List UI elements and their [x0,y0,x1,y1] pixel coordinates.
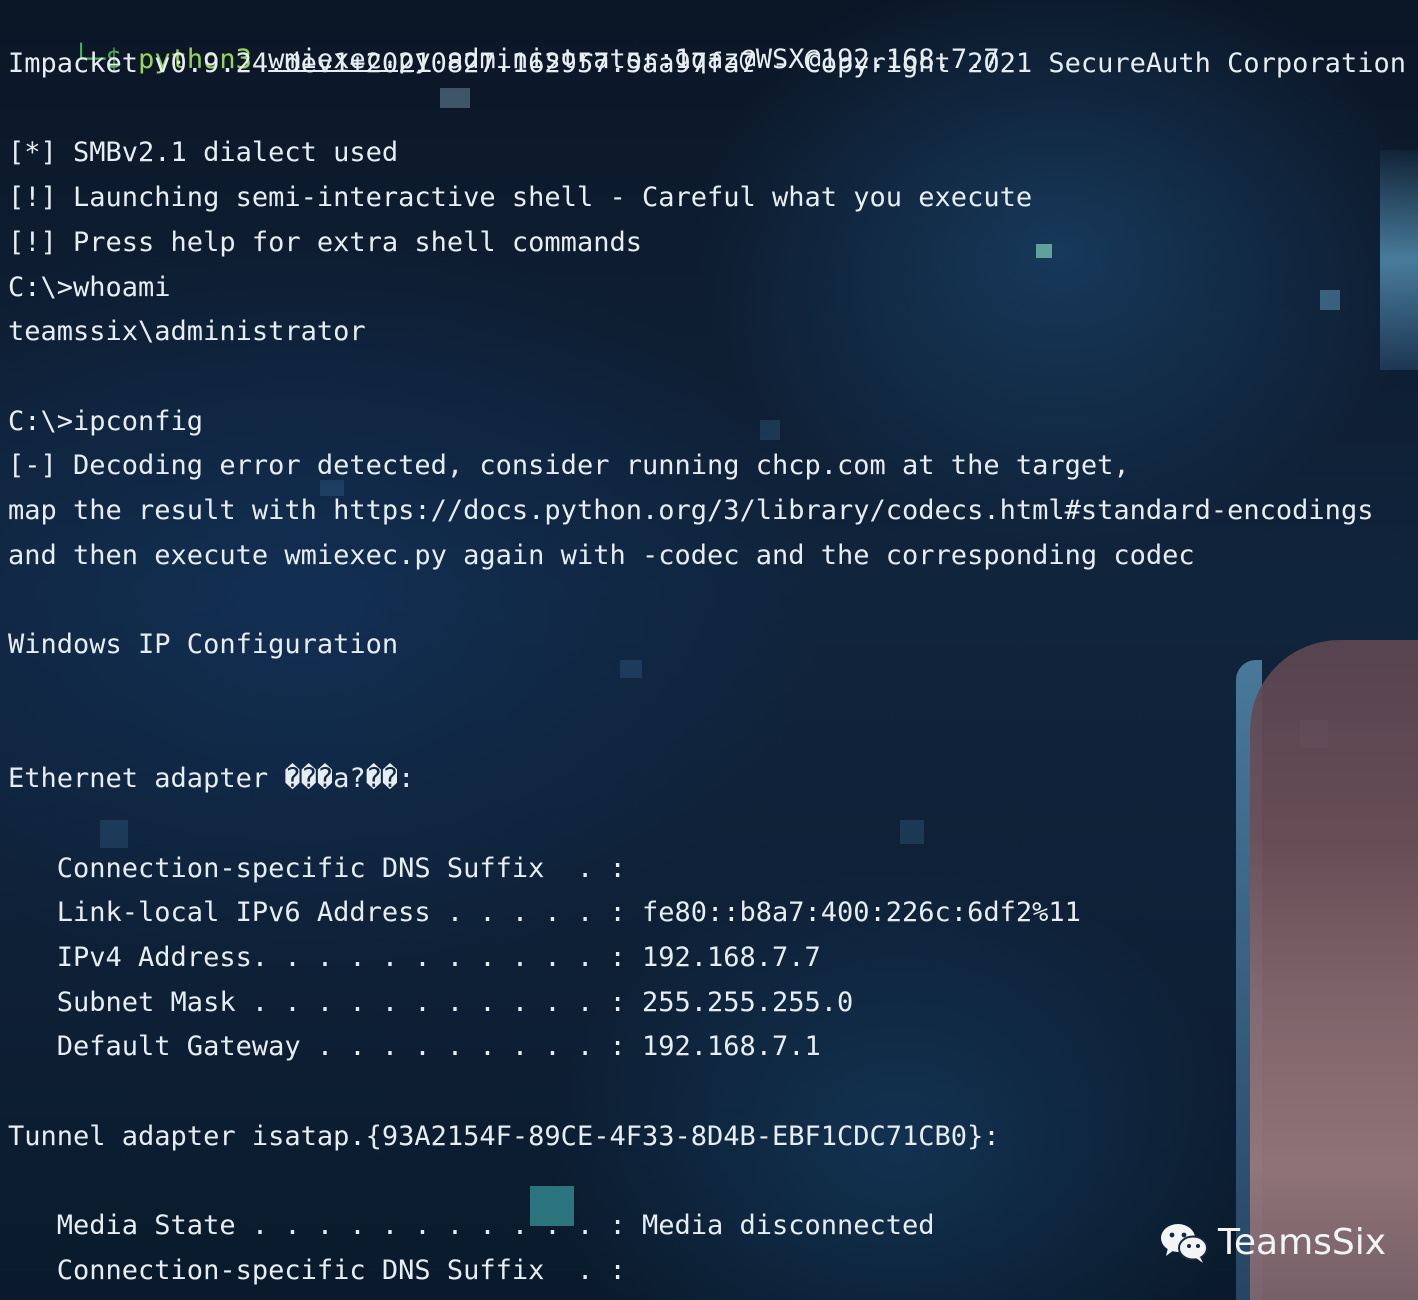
terminal-line: and then execute wmiexec.py again with -… [8,540,1195,571]
background-figure [1250,640,1418,1300]
command-line: └─$ python3 wmiexec.py administrator:1qa… [8,0,1000,75]
terminal-line: [!] Press help for extra shell commands [8,227,642,258]
terminal-line: [*] SMBv2.1 dialect used [8,137,399,168]
terminal-line: C:\>ipconfig [8,406,204,437]
terminal-line: Media State . . . . . . . . . . . : Medi… [8,1210,935,1241]
terminal-line: Impacket v0.9.24.dev1+20210827.162957.5a… [8,48,1406,79]
background-pixel [620,660,642,678]
terminal-line: [!] Launching semi-interactive shell - C… [8,182,1033,213]
background-pixel [1320,290,1340,310]
terminal-line: Connection-specific DNS Suffix . : [8,1255,626,1286]
background-pixel [760,420,780,440]
terminal-line: [-] Decoding error detected, consider ru… [8,450,1130,481]
watermark: TeamsSix [1158,1218,1386,1266]
background-pixel [440,88,470,108]
terminal-line: C:\>whoami [8,272,171,303]
terminal-line: Link-local IPv6 Address . . . . . : fe80… [8,897,1081,928]
wechat-icon [1161,1224,1208,1263]
terminal-line: Connection-specific DNS Suffix . : [8,853,626,884]
terminal-line: Windows IP Configuration [8,629,399,660]
terminal-line: Ethernet adapter ���a?��: [8,763,415,794]
terminal-line: teamssix\administrator [8,316,366,347]
terminal-line: IPv4 Address. . . . . . . . . . . : 192.… [8,942,821,973]
terminal-window[interactable]: └─$ python3 wmiexec.py administrator:1qa… [0,0,1418,1300]
background-pixel [100,820,128,848]
background-pixel [900,820,924,844]
terminal-line: map the result with https://docs.python.… [8,495,1374,526]
terminal-line: Subnet Mask . . . . . . . . . . . : 255.… [8,987,854,1018]
terminal-line: Tunnel adapter isatap.{93A2154F-89CE-4F3… [8,1121,1000,1152]
background-glow [1380,150,1418,370]
background-pixel [1036,244,1052,258]
terminal-line: Default Gateway . . . . . . . . . : 192.… [8,1031,821,1062]
watermark-text: TeamsSix [1218,1221,1387,1263]
